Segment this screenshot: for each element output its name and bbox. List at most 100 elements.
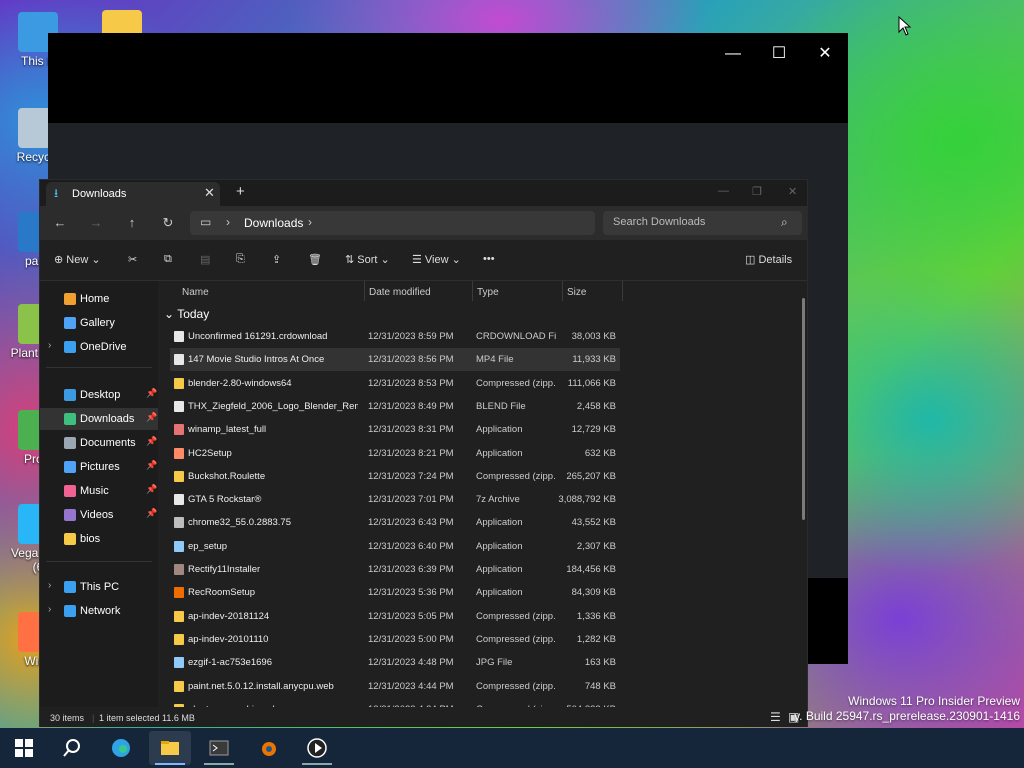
paste-icon[interactable]: ▤ [200, 253, 210, 266]
sidebar-item-gallery[interactable]: Gallery [40, 312, 158, 334]
sidebar-item-home[interactable]: Home [40, 288, 158, 310]
file-row[interactable]: winamp_latest_full 12/31/2023 8:31 PM Appl… [170, 418, 620, 441]
chevron-right-icon[interactable]: › [48, 340, 51, 351]
sidebar-item-label: Documents [80, 437, 136, 449]
file-size: 111,066 KB [567, 377, 616, 389]
sidebar-item-network[interactable]: › Network [40, 600, 158, 622]
column-divider[interactable] [364, 281, 365, 301]
column-header-date[interactable]: Date modified [369, 287, 431, 307]
file-date: 12/31/2023 6:40 PM [368, 540, 454, 552]
tab-label: Downloads [72, 188, 127, 200]
search-icon: ⌕ [781, 215, 788, 229]
taskbar-blender[interactable] [247, 731, 289, 765]
file-icon [174, 657, 184, 669]
close-button[interactable]: ✕ [802, 39, 848, 69]
sidebar-item-desktop[interactable]: Desktop 📌 [40, 384, 158, 406]
explorer-maximize-button[interactable]: ❐ [752, 185, 762, 198]
file-row[interactable]: ap-indev-20181124 12/31/2023 5:05 PM Compr… [170, 605, 620, 628]
column-divider[interactable] [562, 281, 563, 301]
column-divider[interactable] [622, 281, 623, 301]
sidebar-item-pictures[interactable]: Pictures 📌 [40, 456, 158, 478]
minimize-button[interactable]: — [710, 39, 756, 69]
file-row[interactable]: chrome32_55.0.2883.75 12/31/2023 6:43 PM A… [170, 511, 620, 534]
file-row[interactable]: ezgif-1-ac753e1696 12/31/2023 4:48 PM JPG … [170, 651, 620, 674]
taskbar-terminal[interactable] [198, 731, 240, 765]
column-header-name[interactable]: Name [182, 287, 209, 307]
file-row[interactable]: GTA 5 Rockstar® 12/31/2023 7:01 PM 7z Arch… [170, 488, 620, 511]
windows-watermark: Windows 11 Pro Insider Preview y. Build … [794, 694, 1020, 724]
breadcrumb-downloads[interactable]: Downloads [244, 216, 303, 230]
maximize-button[interactable]: ☐ [756, 39, 802, 69]
copy-icon[interactable]: ⧉ [164, 253, 172, 266]
column-header-size[interactable]: Size [567, 287, 586, 307]
more-options-button[interactable]: ••• [483, 253, 495, 265]
file-icon [174, 400, 184, 412]
file-row[interactable]: Unconfirmed 161291.crdownload 12/31/2023 … [170, 325, 620, 348]
new-button[interactable]: ⊕ New ⌄ [54, 253, 101, 266]
taskbar-media-player[interactable] [296, 731, 338, 765]
file-name: ap-indev-20101110 [188, 633, 269, 645]
cut-icon[interactable]: ✂ [128, 253, 137, 266]
up-arrow-icon[interactable]: ↑ [123, 214, 141, 232]
refresh-icon[interactable]: ↻ [159, 214, 177, 232]
chevron-right-icon[interactable]: › [308, 215, 312, 229]
delete-icon[interactable]: 🗑 [308, 253, 322, 266]
taskbar [0, 728, 1024, 768]
file-type: BLEND File [476, 400, 526, 412]
file-icon [174, 354, 184, 366]
file-date: 12/31/2023 7:01 PM [368, 494, 454, 506]
sort-button[interactable]: ⇅ Sort ⌄ [345, 253, 390, 266]
new-tab-button[interactable]: + [236, 183, 245, 200]
file-row[interactable]: Rectify11Installer 12/31/2023 6:39 PM Appl… [170, 558, 620, 581]
sidebar-item-this-pc[interactable]: › This PC [40, 576, 158, 598]
details-view-icon[interactable]: ☰ [770, 710, 781, 724]
back-arrow-icon[interactable]: ← [51, 214, 69, 232]
taskbar-edge[interactable] [100, 731, 142, 765]
chevron-right-icon[interactable]: › [226, 215, 230, 229]
address-bar[interactable]: ▭ › Downloads › [190, 211, 595, 235]
sidebar-item-music[interactable]: Music 📌 [40, 480, 158, 502]
chevron-right-icon[interactable]: › [48, 604, 51, 615]
sidebar-item-bios[interactable]: bios [40, 528, 158, 550]
file-date: 12/31/2023 8:53 PM [368, 377, 454, 389]
file-row[interactable]: HC2Setup 12/31/2023 8:21 PM Application 632… [170, 442, 620, 465]
sidebar-item-label: bios [80, 533, 101, 545]
vertical-scrollbar[interactable] [802, 298, 805, 520]
file-icon [174, 377, 184, 389]
details-button[interactable]: ◫ Details [745, 253, 792, 266]
column-divider[interactable] [472, 281, 473, 301]
rename-icon[interactable]: ⎘ [236, 253, 245, 266]
column-header-type[interactable]: Type [477, 287, 499, 307]
file-size: 38,003 KB [571, 331, 616, 342]
tab-downloads[interactable]: ⭳ Downloads ✕ [46, 182, 220, 206]
file-row[interactable]: blender-2.80-windows64 12/31/2023 8:53 PM… [170, 372, 620, 395]
edge-icon [112, 739, 130, 757]
start-button[interactable] [3, 731, 45, 765]
file-row[interactable]: ap-indev-20101110 12/31/2023 5:00 PM Compr… [170, 628, 620, 651]
file-row[interactable]: ep_setup 12/31/2023 6:40 PM Application 2,3… [170, 535, 620, 558]
explorer-close-button[interactable]: ✕ [788, 185, 797, 198]
file-type: Compressed (zipp... [476, 610, 556, 622]
file-row[interactable]: paint.net.5.0.12.install.anycpu.web 12/31… [170, 675, 620, 698]
selection-size: 11.6 MB [162, 713, 195, 723]
forward-arrow-icon[interactable]: → [87, 214, 105, 232]
sidebar-item-documents[interactable]: Documents 📌 [40, 432, 158, 454]
tab-close-button[interactable]: ✕ [204, 185, 215, 201]
file-row[interactable]: 147 Movie Studio Intros At Once 12/31/202… [170, 348, 620, 372]
taskbar-search-button[interactable] [51, 731, 93, 765]
file-row[interactable]: Buckshot.Roulette 12/31/2023 7:24 PM Compr… [170, 465, 620, 488]
share-icon[interactable]: ⇪ [272, 253, 281, 266]
file-row[interactable]: THX_Ziegfeld_2006_Logo_Blender_Rema... 12… [170, 395, 620, 418]
taskbar-file-explorer[interactable] [149, 731, 191, 765]
explorer-minimize-button[interactable]: — [718, 185, 729, 197]
sidebar-item-onedrive[interactable]: › OneDrive [40, 336, 158, 358]
view-button[interactable]: ☰ View ⌄ [412, 253, 461, 266]
group-header-today[interactable]: ⌄ Today [164, 307, 209, 321]
file-row[interactable]: plants_v_zombies_demo12/31/2023 4:34 PMC… [170, 698, 620, 707]
chevron-right-icon[interactable]: › [48, 580, 51, 591]
search-input[interactable]: Search Downloads ⌕ [603, 211, 802, 235]
sidebar-item-videos[interactable]: Videos 📌 [40, 504, 158, 526]
cloud-icon [64, 341, 76, 353]
file-row[interactable]: RecRoomSetup 12/31/2023 5:36 PM Applicatio… [170, 581, 620, 604]
sidebar-item-downloads[interactable]: Downloads 📌 [40, 408, 158, 430]
